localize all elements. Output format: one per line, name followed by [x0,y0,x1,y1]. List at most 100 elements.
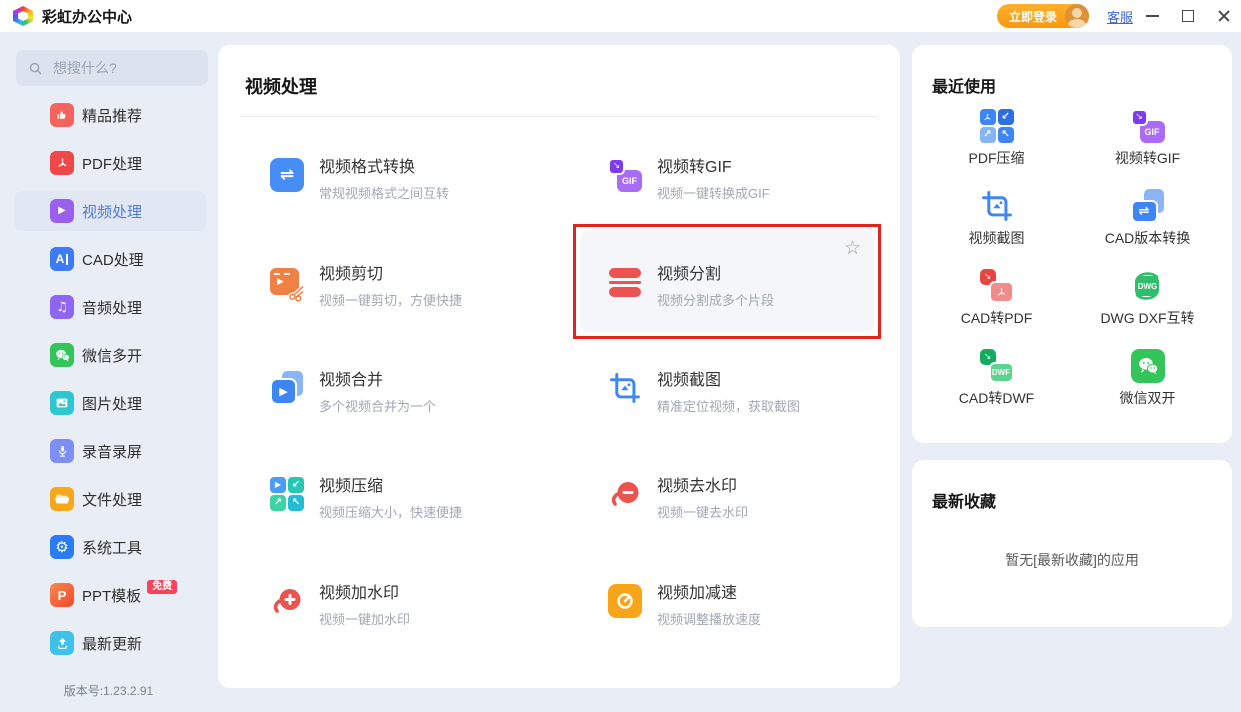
recent-pdf-compress[interactable]: ↙↗↖ PDF压缩 [969,109,1025,189]
divider [240,116,878,117]
thumb-up-icon [50,103,74,127]
remove-watermark-icon [608,477,642,511]
sidebar-item-cad[interactable]: A CAD处理 [14,239,206,279]
close-button[interactable] [1207,0,1241,32]
page-title: 视频处理 [245,73,317,99]
video-cut-icon: ▶ [270,265,304,299]
tool-title: 视频格式转换 [319,158,449,177]
sidebar-item-video[interactable]: ▶ 视频处理 [14,191,206,231]
sidebar-item-label: CAD处理 [82,249,144,270]
login-label: 立即登录 [1009,8,1057,25]
minimize-icon [1146,15,1159,17]
tool-title: 视频剪切 [319,265,462,284]
titlebar: 彩虹办公中心 立即登录 客服 [0,0,1241,32]
cad-icon: A [50,247,74,271]
video-screenshot-icon [980,189,1014,223]
video-split-icon [608,265,642,299]
close-icon [1217,9,1231,23]
tool-title: 视频合并 [319,371,436,390]
tool-title: 视频加减速 [657,584,761,603]
tool-subtitle: 精准定位视频，获取截图 [657,396,800,415]
sidebar: 精品推荐 PDF处理 ▶ 视频处理 A CAD处理 ♫ 音频处理 微信多开 图片… [0,32,217,712]
sidebar-item-audio[interactable]: ♫ 音频处理 [14,287,206,327]
sidebar-item-pdf[interactable]: PDF处理 [14,143,206,183]
recent-item-label: 微信双开 [1120,388,1176,408]
cad-to-pdf-icon: ↘ [980,269,1014,303]
favorites-empty-text: 暂无[最新收藏]的应用 [912,550,1232,570]
search-box[interactable] [16,50,208,86]
recent-item-label: 视频截图 [969,228,1025,248]
recent-cad-to-dwf[interactable]: ↘DWF CAD转DWF [959,349,1034,429]
sidebar-item-label: 录音录屏 [82,441,142,462]
app-title: 彩虹办公中心 [42,6,132,27]
recent-title: 最近使用 [932,73,996,97]
recent-cad-to-pdf[interactable]: ↘ CAD转PDF [961,269,1033,349]
microphone-icon [50,439,74,463]
sidebar-item-label: PDF处理 [82,153,142,174]
search-input[interactable] [51,59,196,77]
speed-icon [608,584,642,618]
tool-video-compress[interactable]: ▶↙↗↖ 视频压缩视频压缩大小，快速便捷 [270,477,462,521]
app-logo-icon [13,6,33,26]
favorites-title: 最新收藏 [932,488,996,512]
minimize-button[interactable] [1135,0,1169,32]
tool-video-remove-watermark[interactable]: 视频去水印视频一键去水印 [608,477,748,521]
maximize-icon [1182,10,1194,22]
tool-video-format-convert[interactable]: ⇌ 视频格式转换常规视频格式之间互转 [270,158,449,202]
recent-item-label: PDF压缩 [969,148,1025,168]
recent-dwg-dxf-convert[interactable]: DWG DWG DXF互转 [1100,269,1194,349]
recent-video-to-gif[interactable]: GIF↘ 视频转GIF [1115,109,1180,189]
cad-version-convert-icon: ⇌ [1131,189,1165,223]
main-panel: 视频处理 ☆ ⇌ 视频格式转换常规视频格式之间互转 GIF↘ 视频转GIF视频一… [218,45,900,688]
wechat-icon [50,343,74,367]
sidebar-item-image[interactable]: 图片处理 [14,383,206,423]
sidebar-item-update[interactable]: 最新更新 [14,623,206,663]
maximize-button[interactable] [1171,0,1205,32]
favorite-star-icon[interactable]: ☆ [844,237,861,259]
pdf-compress-icon: ↙↗↖ [980,109,1014,143]
wechat-dual-icon [1131,349,1165,383]
version-label: 版本号:1.23.2.91 [0,682,217,699]
login-button[interactable]: 立即登录 [997,4,1089,28]
tool-video-split[interactable]: 视频分割视频分割成多个片段 [608,265,774,309]
image-icon [50,391,74,415]
cad-to-dwf-icon: ↘DWF [980,349,1014,383]
sidebar-item-label: 精品推荐 [82,105,142,126]
recent-grid: ↙↗↖ PDF压缩 GIF↘ 视频转GIF 视频截图 ⇌ CAD版本转换 ↘ C… [921,109,1223,429]
tool-title: 视频截图 [657,371,800,390]
recent-video-screenshot[interactable]: 视频截图 [969,189,1025,269]
tool-video-to-gif[interactable]: GIF↘ 视频转GIF视频一键转换成GIF [608,158,770,202]
tool-title: 视频去水印 [657,477,748,496]
recent-item-label: 视频转GIF [1115,148,1180,168]
tool-title: 视频压缩 [319,477,462,496]
tool-subtitle: 常规视频格式之间互转 [319,183,449,202]
recent-cad-version-convert[interactable]: ⇌ CAD版本转换 [1105,189,1191,269]
tool-subtitle: 视频一键剪切，方便快捷 [319,290,462,309]
recent-panel: 最近使用 ↙↗↖ PDF压缩 GIF↘ 视频转GIF 视频截图 ⇌ CAD版本转… [912,45,1232,443]
sidebar-item-file[interactable]: 文件处理 [14,479,206,519]
free-badge: 免费 [147,580,177,594]
tool-video-speed[interactable]: 视频加减速视频调整播放速度 [608,584,761,628]
sidebar-item-system[interactable]: ⚙ 系统工具 [14,527,206,567]
video-play-icon: ▶ [50,199,74,223]
tool-subtitle: 视频一键去水印 [657,502,748,521]
pdf-icon [50,151,74,175]
tool-video-merge[interactable]: ▶ 视频合并多个视频合并为一个 [270,371,436,415]
sidebar-item-wechat-multi[interactable]: 微信多开 [14,335,206,375]
tool-video-screenshot[interactable]: 视频截图精准定位视频，获取截图 [608,371,800,415]
support-link[interactable]: 客服 [1107,7,1133,26]
tool-title: 视频分割 [657,265,774,284]
sidebar-item-record[interactable]: 录音录屏 [14,431,206,471]
sidebar-item-featured[interactable]: 精品推荐 [14,95,206,135]
video-to-gif-icon: GIF↘ [1131,109,1165,143]
tool-video-cut[interactable]: ▶ 视频剪切视频一键剪切，方便快捷 [270,265,462,309]
video-to-gif-icon: GIF↘ [608,158,642,192]
tool-subtitle: 视频一键转换成GIF [657,183,770,202]
video-merge-icon: ▶ [270,371,304,405]
sidebar-item-label: 最新更新 [82,633,142,654]
dwg-dxf-convert-icon: DWG [1130,269,1164,303]
tool-video-add-watermark[interactable]: 视频加水印视频一键加水印 [270,584,410,628]
recent-item-label: CAD转DWF [959,388,1034,408]
sidebar-item-ppt[interactable]: P PPT模板 免费 [14,575,206,615]
recent-wechat-dual[interactable]: 微信双开 [1120,349,1176,429]
